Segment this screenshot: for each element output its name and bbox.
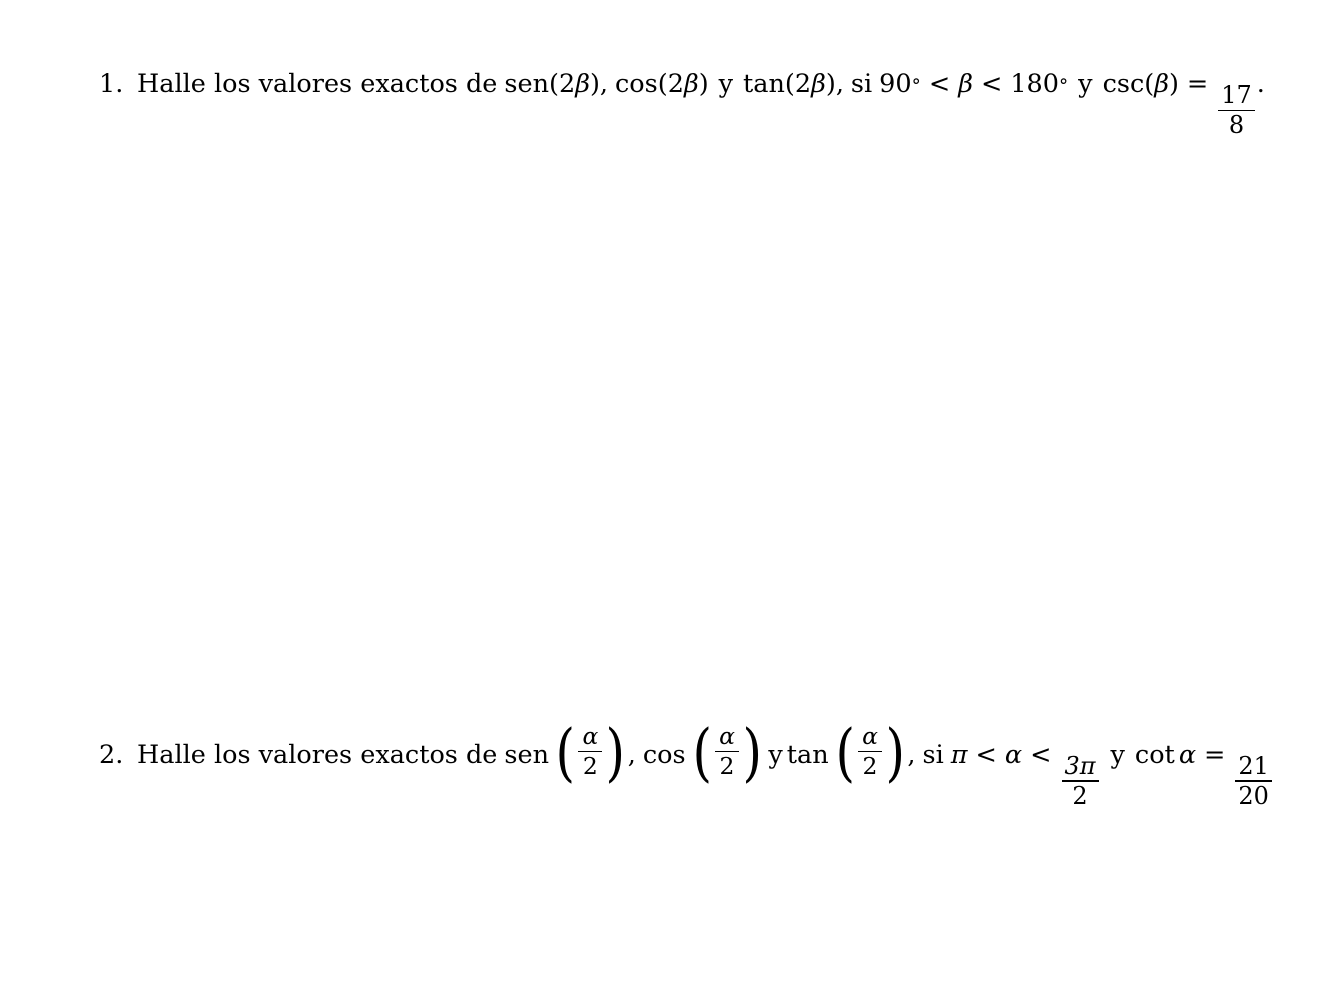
problem-1-arg2-variable: β xyxy=(683,69,699,99)
problem-1-arg2-close-paren: ) xyxy=(698,69,709,99)
problem-1-conjunction-1: y xyxy=(718,69,734,99)
problem-1-arg1-close-paren: ) xyxy=(589,69,600,99)
document-page: 1. Halle los valores exactos de sen(2 β),… xyxy=(0,0,1325,1000)
problem-1-relation-1: < xyxy=(928,69,951,99)
problem-2-arg3-denominator: 2 xyxy=(862,752,878,781)
problem-2-conjunction-1: y xyxy=(768,739,783,770)
problem-1-value-fraction: 17 8 xyxy=(1218,80,1255,140)
problem-1-period: . xyxy=(1256,69,1265,99)
problem-2-arg1-group: ( α 2 ) xyxy=(555,715,626,789)
problem-2-relation-1: < xyxy=(975,739,997,770)
problem-2-arg1-denominator: 2 xyxy=(582,752,598,781)
problem-2-si-keyword: si xyxy=(922,739,944,770)
problem-2-given-variable: α xyxy=(1178,739,1197,770)
problem-2-upper-numerator: 3π xyxy=(1064,751,1096,780)
problem-1-arg1-variable: β xyxy=(575,69,590,99)
problem-1-arg3-variable: β xyxy=(811,69,826,99)
problem-2-lower-bound: π xyxy=(950,739,968,770)
problem-1-arg1-open-paren: ( xyxy=(549,69,559,99)
problem-2-arg3-numerator: α xyxy=(862,722,878,751)
problem-1-condition-variable: β xyxy=(958,69,973,99)
problem-1-comma-1: , xyxy=(599,69,609,99)
problem-2-func-tan: tan xyxy=(786,739,829,770)
problem-2-arg3-group: ( α 2 ) xyxy=(835,715,905,789)
problem-2-func-cot: cot xyxy=(1134,739,1175,770)
problem-2-conjunction-2: y xyxy=(1110,739,1125,770)
problem-1-arg3-coefficient: 2 xyxy=(794,69,812,99)
problem-2-arg2-denominator: 2 xyxy=(719,752,735,781)
problem-2-value-numerator: 21 xyxy=(1238,751,1269,780)
problem-2-arg2-fraction: α 2 xyxy=(714,722,739,781)
problem-2-lead-text: Halle los valores exactos de xyxy=(137,739,498,770)
problem-2-comma-2: , xyxy=(907,739,916,770)
problem-1-func-sen: sen xyxy=(504,69,550,99)
degree-icon-lower-1: ° xyxy=(911,76,921,97)
problem-2-comma-1: , xyxy=(627,739,636,770)
problem-1-given-open-paren: ( xyxy=(1144,69,1155,99)
problem-1-lower-bound: 90 xyxy=(879,69,912,99)
problem-1-relation-2: < xyxy=(980,69,1003,99)
problem-1-func-tan: tan xyxy=(743,69,785,99)
degree-icon-upper-1: ° xyxy=(1058,76,1069,97)
problem-1-comma-2: , xyxy=(835,69,844,99)
problem-2-arg1-fraction: α 2 xyxy=(578,722,603,781)
problem-1-given-variable: β xyxy=(1154,69,1169,99)
problem-1-arg3-close-paren: ) xyxy=(825,69,836,99)
problem-2-arg2-group: ( α 2 ) xyxy=(692,715,762,789)
problem-2-condition-variable: α xyxy=(1004,739,1023,770)
problem-2-number: 2. xyxy=(99,739,124,770)
problem-2-upper-denominator: 2 xyxy=(1072,782,1088,811)
problem-2-arg3-fraction: α 2 xyxy=(858,722,883,781)
problem-1-arg2-open-paren: ( xyxy=(657,69,668,99)
problem-1-body: Halle los valores exactos de sen(2 β), co… xyxy=(137,69,1265,137)
problem-1-upper-bound: 180 xyxy=(1010,69,1059,99)
problem-1-value-numerator: 17 xyxy=(1221,80,1252,109)
problem-2-upper-bound-fraction: 3π 2 xyxy=(1061,751,1099,811)
problem-2-func-cos: cos xyxy=(642,739,686,770)
problem-2-arg1-numerator: α xyxy=(582,722,599,751)
problem-1-arg1-coefficient: 2 xyxy=(558,69,576,99)
problem-2-body: Halle los valores exactos de sen ( α 2 )… xyxy=(137,715,1274,808)
problem-1-lead-text: Halle los valores exactos de xyxy=(137,69,498,99)
problem-1-given-close-paren: ) xyxy=(1168,69,1179,99)
problem-2-value-fraction: 21 20 xyxy=(1235,751,1272,811)
problem-item-2: 2. Halle los valores exactos de sen ( α … xyxy=(99,715,1274,808)
problem-1-func-cos: cos xyxy=(615,69,658,99)
problem-2-value-denominator: 20 xyxy=(1238,782,1269,811)
problem-1-conjunction-2: y xyxy=(1078,69,1093,99)
problem-1-arg3-open-paren: ( xyxy=(784,69,795,99)
problem-1-equals-sign: = xyxy=(1186,69,1209,99)
problem-1-si-keyword: si xyxy=(850,69,873,99)
problem-2-equals-sign: = xyxy=(1204,739,1226,770)
problem-2-relation-2: < xyxy=(1030,739,1052,770)
problem-item-1: 1. Halle los valores exactos de sen(2 β),… xyxy=(99,69,1265,137)
problem-2-arg2-numerator: α xyxy=(719,722,735,751)
problem-1-func-csc: csc xyxy=(1102,69,1145,99)
problem-1-arg2-coefficient: 2 xyxy=(667,69,684,99)
problem-1-value-denominator: 8 xyxy=(1228,111,1245,140)
problem-1-number: 1. xyxy=(99,69,124,99)
problem-2-func-sen: sen xyxy=(504,739,550,770)
